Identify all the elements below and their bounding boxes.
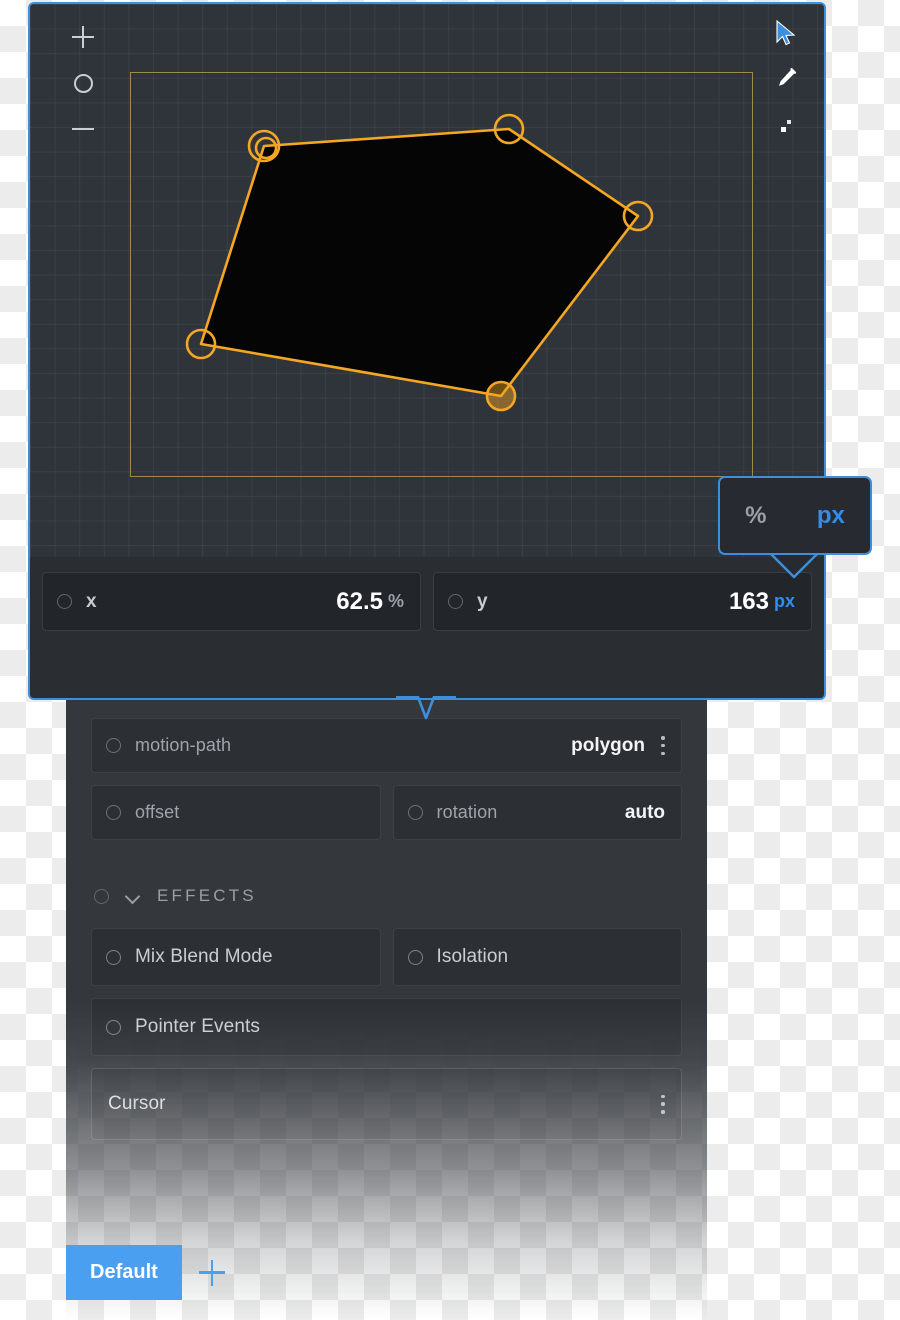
vertex-handle-selected[interactable] bbox=[485, 380, 517, 412]
property-label: Mix Blend Mode bbox=[135, 946, 273, 967]
unit-popup-tail bbox=[770, 553, 818, 579]
unit-toggle-popup: % px bbox=[718, 476, 872, 555]
radio-icon[interactable] bbox=[106, 949, 121, 965]
polygon-fill[interactable] bbox=[199, 127, 640, 398]
radio-icon[interactable] bbox=[106, 738, 121, 753]
tab-bar: Default bbox=[66, 1245, 242, 1300]
dots-icon[interactable] bbox=[766, 102, 806, 148]
property-label: Isolation bbox=[436, 946, 509, 967]
radio-icon[interactable] bbox=[57, 594, 72, 609]
property-row-rotation[interactable]: rotation auto bbox=[392, 785, 682, 840]
y-unit[interactable]: px bbox=[774, 591, 795, 612]
property-row-pair: offset rotation auto bbox=[91, 785, 682, 840]
tab-default[interactable]: Default bbox=[66, 1245, 182, 1300]
radio-icon[interactable] bbox=[407, 949, 423, 965]
x-value[interactable]: 62.5 bbox=[336, 588, 383, 616]
unit-option-percent[interactable]: % bbox=[745, 502, 766, 530]
property-label: motion-path bbox=[135, 735, 232, 755]
property-row-mix-blend-mode[interactable]: Mix Blend Mode bbox=[91, 928, 381, 986]
property-value[interactable]: polygon bbox=[571, 735, 645, 757]
property-label: Pointer Events bbox=[135, 1016, 260, 1037]
pencil-icon[interactable] bbox=[766, 56, 806, 102]
editor-panel-pointer bbox=[396, 696, 456, 720]
circle-icon[interactable] bbox=[66, 60, 100, 106]
y-coordinate-field[interactable]: y 163 px bbox=[433, 572, 812, 631]
radio-icon[interactable] bbox=[106, 805, 121, 820]
property-label: Cursor bbox=[108, 1093, 166, 1114]
kebab-menu-icon[interactable] bbox=[661, 1094, 665, 1114]
radio-icon[interactable] bbox=[448, 594, 463, 609]
chevron-down-icon[interactable] bbox=[125, 888, 141, 904]
zoom-controls bbox=[66, 14, 100, 152]
cursor-arrow-icon[interactable] bbox=[766, 10, 806, 56]
minus-icon[interactable] bbox=[66, 106, 100, 152]
tool-palette bbox=[766, 10, 806, 148]
kebab-menu-icon[interactable] bbox=[661, 736, 665, 755]
properties-panel: motion-path polygon offset rotation auto bbox=[66, 700, 707, 1320]
polygon-path-shape[interactable] bbox=[30, 4, 826, 557]
x-label: x bbox=[86, 590, 97, 612]
property-value[interactable]: auto bbox=[625, 802, 665, 824]
screen-root: motion-path polygon offset rotation auto bbox=[0, 0, 900, 1320]
property-row-cursor[interactable]: Cursor bbox=[91, 1068, 682, 1140]
y-value[interactable]: 163 bbox=[729, 588, 769, 616]
property-row-motion-path[interactable]: motion-path polygon bbox=[91, 718, 682, 773]
path-editor-panel: x 62.5 % y 163 px bbox=[28, 2, 826, 700]
radio-icon[interactable] bbox=[94, 888, 109, 904]
coordinate-fields: x 62.5 % y 163 px bbox=[42, 572, 812, 631]
add-tab-button[interactable] bbox=[182, 1245, 242, 1300]
radio-icon[interactable] bbox=[106, 1019, 121, 1035]
property-row-offset[interactable]: offset bbox=[91, 785, 381, 840]
property-label: offset bbox=[135, 802, 180, 822]
y-label: y bbox=[477, 590, 488, 612]
section-title: EFFECTS bbox=[157, 886, 257, 905]
x-coordinate-field[interactable]: x 62.5 % bbox=[42, 572, 421, 631]
plus-icon[interactable] bbox=[66, 14, 100, 60]
property-label: rotation bbox=[436, 802, 498, 822]
effects-row-pair: Mix Blend Mode Isolation bbox=[91, 928, 682, 986]
property-row-isolation[interactable]: Isolation bbox=[392, 928, 682, 986]
property-row-pointer-events[interactable]: Pointer Events bbox=[91, 998, 682, 1056]
section-header-effects[interactable]: EFFECTS bbox=[91, 886, 682, 906]
unit-option-px[interactable]: px bbox=[817, 502, 845, 530]
x-unit[interactable]: % bbox=[388, 591, 404, 612]
radio-icon[interactable] bbox=[407, 805, 423, 820]
